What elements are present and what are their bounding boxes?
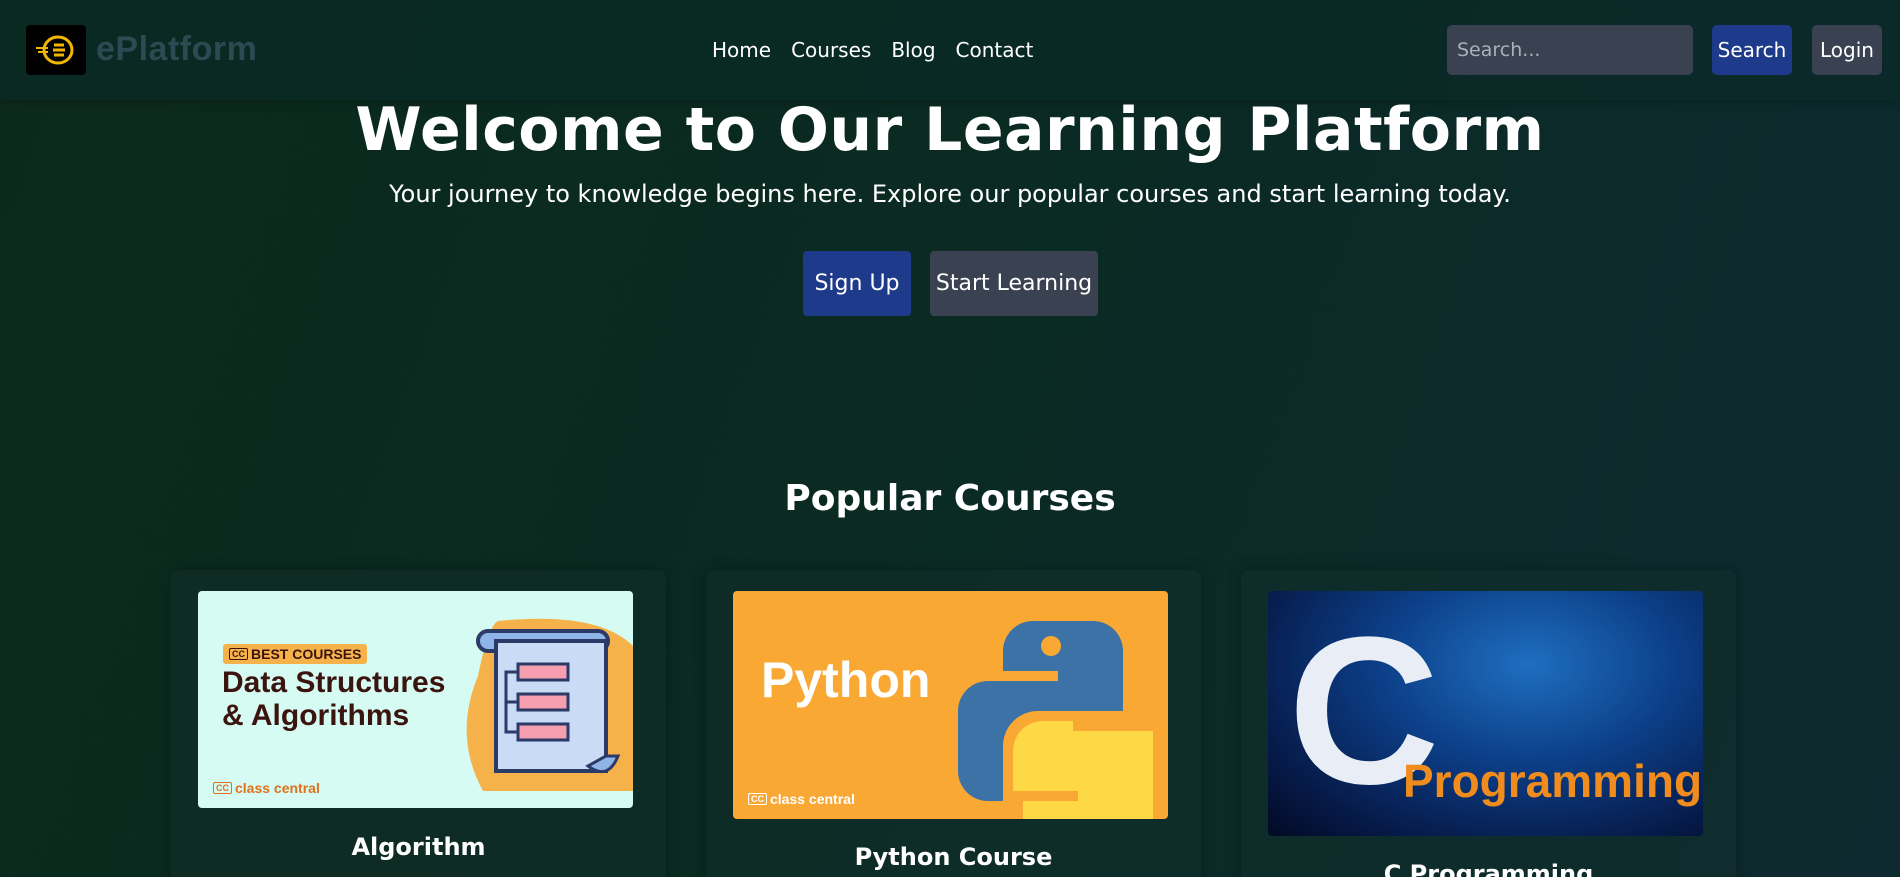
brand-name[interactable]: ePlatform — [96, 30, 257, 69]
nav-link-courses[interactable]: Courses — [791, 38, 871, 62]
navbar: ePlatform Home Courses Blog Contact Sear… — [0, 0, 1900, 100]
class-central-logo: CC class central — [748, 791, 855, 807]
nav-link-home[interactable]: Home — [712, 38, 771, 62]
course-card-python[interactable]: Python CC class central Python Course — [706, 570, 1201, 877]
search-button[interactable]: Search — [1712, 25, 1792, 75]
hero-title: Welcome to Our Learning Platform — [355, 95, 1545, 165]
popular-courses-title: Popular Courses — [784, 478, 1116, 519]
course-card-algorithm[interactable]: CC BEST COURSES Data Structures & Algorit… — [171, 570, 666, 877]
nav-link-blog[interactable]: Blog — [891, 38, 935, 62]
hero-subtitle: Your journey to knowledge begins here. E… — [389, 180, 1511, 208]
course-image-dsa[interactable]: CC BEST COURSES Data Structures & Algorit… — [198, 591, 633, 808]
course-title[interactable]: C Programming — [1241, 860, 1736, 877]
nav-link-contact[interactable]: Contact — [956, 38, 1034, 62]
course-title[interactable]: Algorithm — [171, 833, 666, 861]
python-image-text: Python — [761, 652, 931, 708]
course-image-python[interactable]: Python CC class central — [733, 591, 1168, 819]
python-logo-icon — [958, 621, 1158, 819]
dsa-image-text: Data Structures & Algorithms — [222, 666, 446, 732]
best-courses-badge: CC BEST COURSES — [223, 644, 368, 664]
login-button[interactable]: Login — [1812, 25, 1882, 75]
logo[interactable] — [26, 25, 86, 75]
sign-up-button[interactable]: Sign Up — [803, 251, 911, 316]
course-image-c[interactable]: C Programming — [1268, 591, 1703, 836]
scroll-flowchart-icon — [466, 618, 633, 791]
main-nav: Home Courses Blog Contact — [712, 38, 1033, 62]
programming-image-text: Programming — [1403, 755, 1703, 807]
start-learning-button[interactable]: Start Learning — [930, 251, 1098, 316]
search-input[interactable] — [1447, 25, 1693, 75]
eplatform-logo-icon — [36, 35, 74, 65]
course-card-c-programming[interactable]: C Programming C Programming — [1241, 570, 1736, 877]
course-title[interactable]: Python Course — [706, 843, 1201, 871]
class-central-logo: CC class central — [213, 780, 320, 796]
